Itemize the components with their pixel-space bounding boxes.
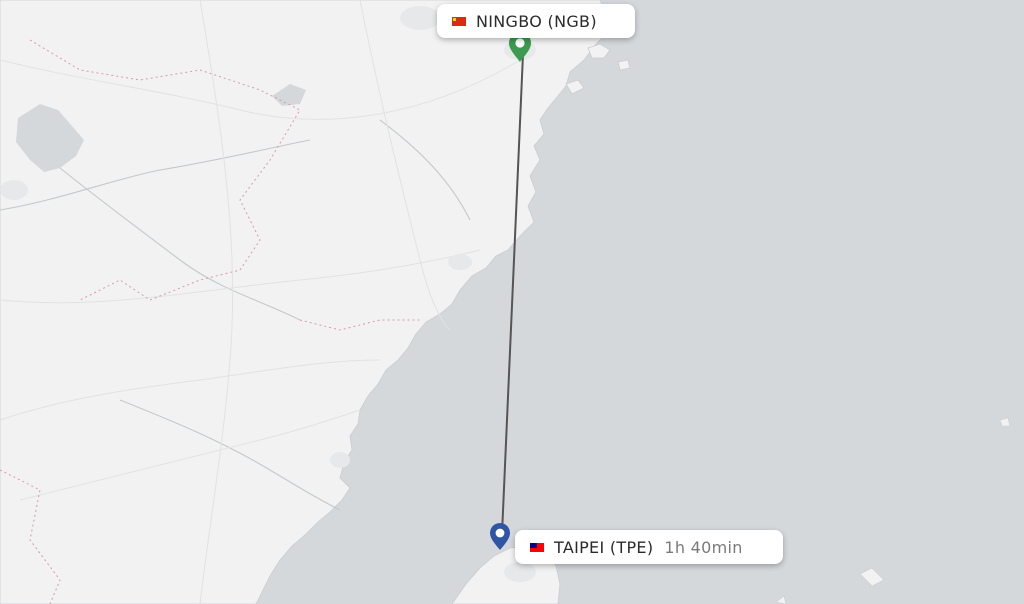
- taiwan-flag-icon: [530, 542, 544, 552]
- china-flag-icon: [452, 16, 466, 26]
- map-canvas: [0, 0, 1024, 604]
- origin-label-card[interactable]: NINGBO (NGB): [437, 4, 635, 38]
- route-map[interactable]: NINGBO (NGB) TAIPEI (TPE) 1h 40min: [0, 0, 1024, 604]
- flight-duration: 1h 40min: [664, 537, 743, 557]
- origin-airport-label: NINGBO (NGB): [476, 11, 597, 31]
- destination-label-card[interactable]: TAIPEI (TPE) 1h 40min: [515, 530, 783, 564]
- destination-airport-label: TAIPEI (TPE): [554, 537, 654, 557]
